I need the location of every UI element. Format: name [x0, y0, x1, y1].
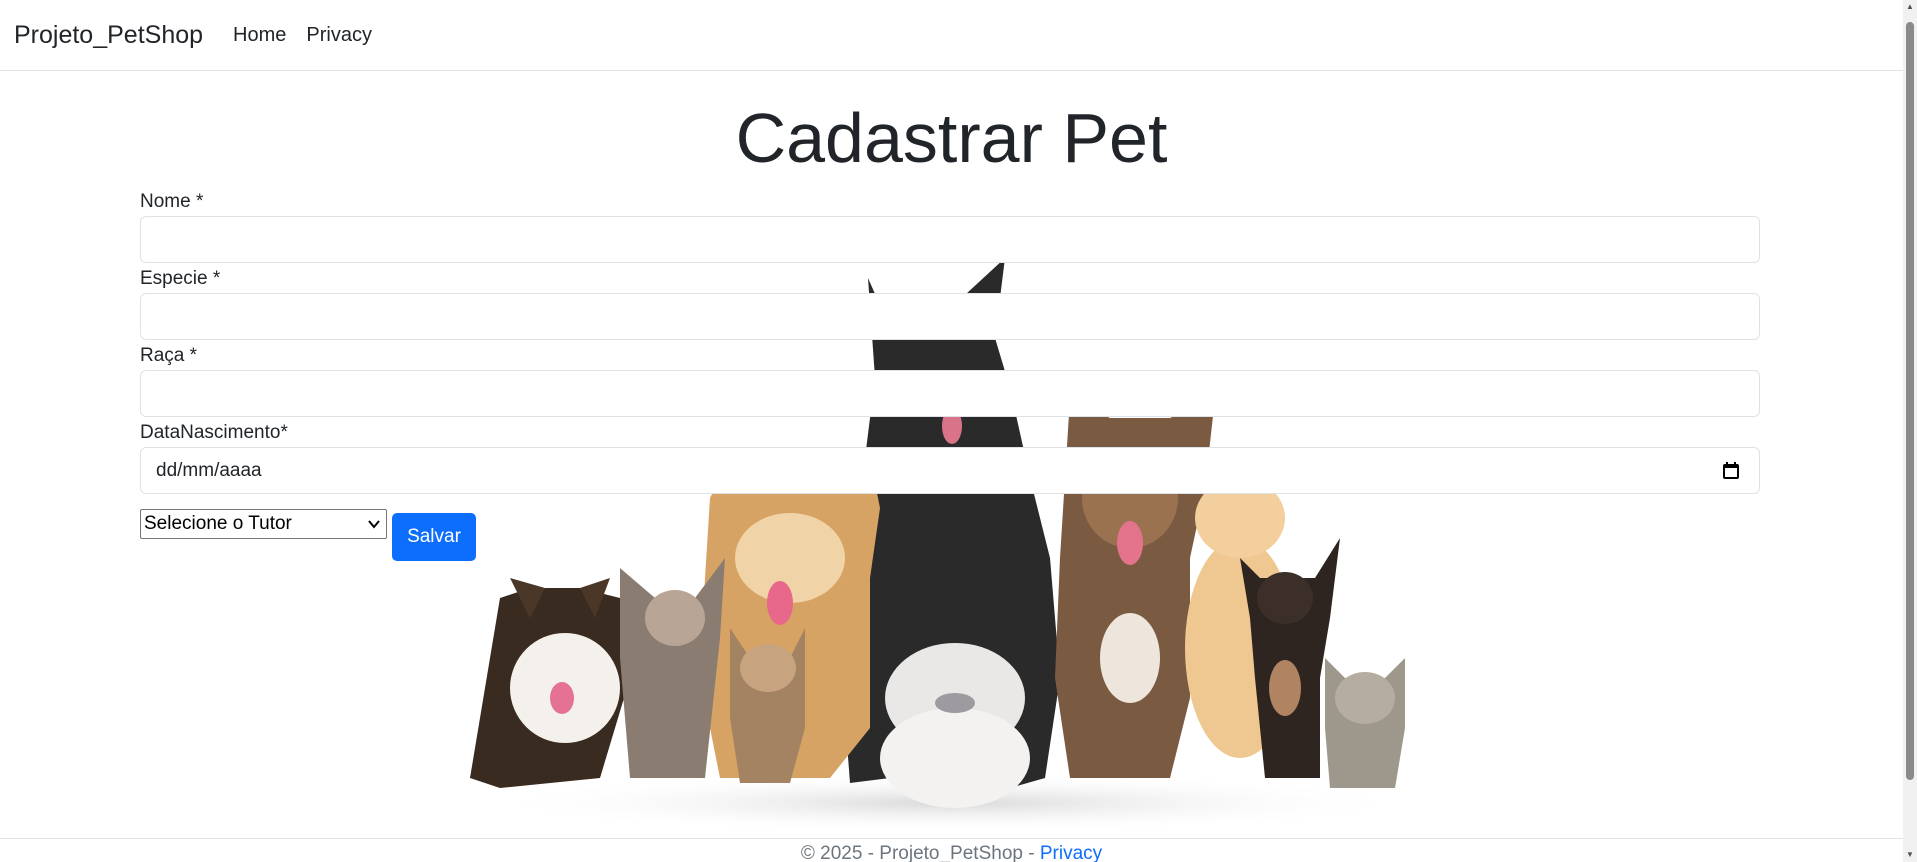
footer-text: © 2025 - Projeto_PetShop - [800, 843, 1040, 862]
brand-link[interactable]: Projeto_PetShop [14, 21, 203, 50]
page-title: Cadastrar Pet [735, 99, 1168, 177]
raca-input[interactable] [140, 370, 1760, 417]
scroll-down-arrow-icon[interactable]: ▼ [1905, 850, 1915, 860]
data-nascimento-input[interactable]: dd/mm/aaaa [140, 447, 1760, 494]
save-button[interactable]: Salvar [392, 513, 476, 561]
calendar-icon[interactable] [1721, 461, 1741, 481]
nome-input[interactable] [140, 216, 1760, 263]
nav-link-privacy[interactable]: Privacy [306, 24, 372, 47]
kitten-center [730, 628, 805, 783]
nome-label: Nome * [140, 191, 204, 212]
raca-label: Raça * [140, 345, 198, 366]
data-nascimento-label: DataNascimento* [140, 422, 288, 443]
scrollbar-thumb[interactable] [1906, 22, 1914, 780]
pet-form: Nome * Especie * Raça * DataNascimento* … [140, 188, 1760, 561]
white-cat [880, 643, 1030, 808]
corgi [470, 578, 630, 788]
tabby-cat-left [620, 558, 725, 778]
especie-input[interactable] [140, 293, 1760, 340]
tutor-select[interactable]: Selecione o Tutor [140, 509, 387, 539]
footer-privacy-link[interactable]: Privacy [1040, 843, 1102, 862]
footer: © 2025 - Projeto_PetShop - Privacy [0, 838, 1903, 862]
scroll-up-arrow-icon[interactable]: ▲ [1905, 2, 1915, 12]
date-placeholder: dd/mm/aaaa [156, 459, 262, 481]
actions-row: Selecione o Tutor Salvar [140, 509, 1760, 561]
tutor-select-value: Selecione o Tutor [144, 513, 292, 534]
navbar: Projeto_PetShop Home Privacy [0, 0, 1903, 71]
especie-label: Especie * [140, 268, 221, 289]
tabby-cat-right [1325, 658, 1405, 788]
nav-link-home[interactable]: Home [233, 24, 286, 47]
scrollbar[interactable]: ▲ ▼ [1903, 0, 1917, 862]
chevron-down-icon [368, 520, 380, 529]
